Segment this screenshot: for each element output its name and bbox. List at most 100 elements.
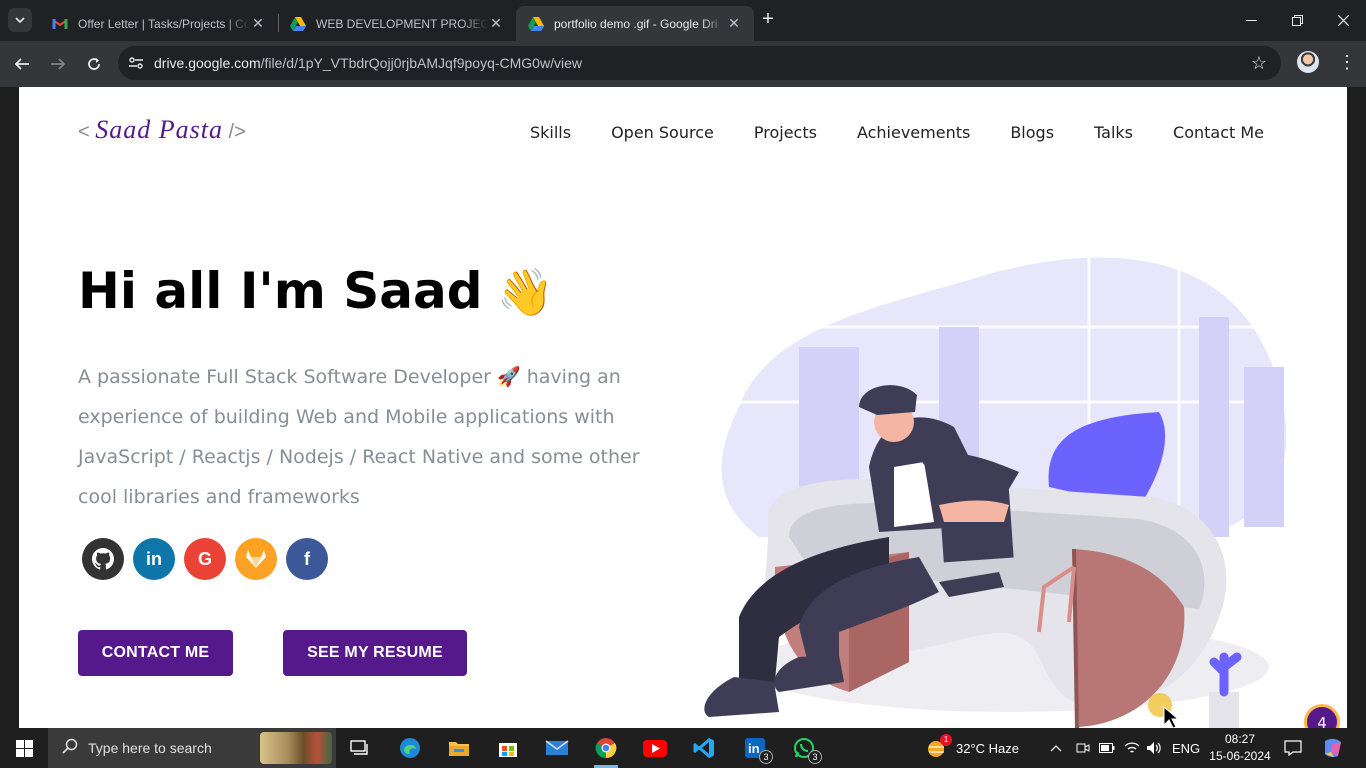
- search-placeholder: Type here to search: [88, 740, 212, 756]
- copilot-icon[interactable]: [1322, 728, 1344, 768]
- bookmark-star-icon[interactable]: ☆: [1251, 53, 1267, 74]
- windows-taskbar: Type here to search in 3 3 1 32°C Haze E…: [0, 728, 1366, 768]
- developer-at-desk-illustration: [704, 237, 1289, 728]
- gmail-icon: [52, 16, 68, 32]
- back-button[interactable]: [8, 50, 36, 78]
- tab-close-icon[interactable]: ✕: [250, 15, 266, 32]
- linkedin-icon[interactable]: in: [133, 538, 175, 580]
- url-path: /file/d/1pY_VTbdrQojj0rjbAMJqf9poyq-CMG0…: [260, 55, 582, 71]
- close-icon: [1337, 15, 1349, 26]
- logo-open-bracket: <: [78, 121, 96, 143]
- forward-button[interactable]: [44, 50, 72, 78]
- svg-text:in: in: [748, 741, 760, 756]
- bio-text: A passionate Full Stack Software Develop…: [78, 357, 678, 517]
- logo-close-bracket: />: [222, 121, 246, 143]
- notification-badge[interactable]: 4: [1304, 704, 1340, 728]
- weather-widget[interactable]: 1 32°C Haze: [926, 728, 1019, 768]
- restore-icon: [1291, 15, 1303, 26]
- profile-avatar[interactable]: [1297, 51, 1319, 73]
- minimize-button[interactable]: [1228, 0, 1274, 41]
- clock-date: 15-06-2024: [1209, 749, 1271, 763]
- bio-line: A passionate Full Stack Software Develop…: [78, 366, 498, 388]
- new-tab-button[interactable]: +: [758, 8, 778, 32]
- tab-portfolio-demo[interactable]: portfolio demo .gif - Google Dri ✕: [516, 6, 754, 41]
- address-bar[interactable]: drive.google.com/file/d/1pY_VTbdrQojj0rj…: [118, 46, 1281, 80]
- site-logo[interactable]: < Saad Pasta />: [78, 115, 246, 145]
- tab-title: portfolio demo .gif - Google Dri: [554, 16, 718, 31]
- tab-search-button[interactable]: [8, 8, 32, 32]
- menu-item-blogs[interactable]: Blogs: [1010, 123, 1054, 142]
- site-menu: Skills Open Source Projects Achievements…: [530, 123, 1264, 142]
- reload-button[interactable]: [80, 50, 108, 78]
- greeting-text: Hi all I'm Saad: [78, 262, 483, 320]
- tab-title: WEB DEVELOPMENT PROJECTS: [316, 16, 488, 31]
- contact-me-button[interactable]: CONTACT ME: [78, 630, 233, 676]
- windows-logo-icon: [15, 739, 33, 757]
- meet-now-icon[interactable]: [1076, 728, 1090, 768]
- task-view-icon[interactable]: [340, 732, 380, 764]
- tab-gmail[interactable]: Offer Letter | Tasks/Projects | Co ✕: [40, 6, 278, 41]
- input-language[interactable]: ENG: [1172, 728, 1200, 768]
- youtube-icon[interactable]: [635, 732, 675, 764]
- file-explorer-icon[interactable]: [439, 732, 479, 764]
- search-icon: [62, 738, 78, 759]
- whatsapp-icon[interactable]: 3: [784, 732, 824, 764]
- close-window-button[interactable]: [1320, 0, 1366, 41]
- start-button[interactable]: [0, 728, 48, 768]
- rocket-icon: 🚀: [497, 366, 521, 388]
- battery-icon[interactable]: [1099, 728, 1115, 768]
- tab-strip: Offer Letter | Tasks/Projects | Co ✕ WEB…: [0, 0, 1366, 41]
- waving-hand-icon: 👋: [496, 265, 554, 319]
- greeting-heading: Hi all I'm Saad 👋: [78, 262, 554, 320]
- google-drive-icon: [528, 16, 544, 32]
- more-menu-icon[interactable]: ⋮: [1338, 53, 1356, 71]
- menu-item-talks[interactable]: Talks: [1094, 123, 1133, 142]
- url-host: drive.google.com: [154, 55, 261, 71]
- tray-chevron-icon[interactable]: [1050, 728, 1062, 768]
- menu-item-projects[interactable]: Projects: [754, 123, 817, 142]
- menu-item-open-source[interactable]: Open Source: [611, 123, 714, 142]
- gitlab-icon[interactable]: [235, 538, 277, 580]
- chrome-icon[interactable]: [586, 732, 626, 768]
- google-drive-icon: [290, 16, 306, 32]
- taskbar-search[interactable]: Type here to search: [48, 728, 336, 768]
- google-icon[interactable]: G: [184, 538, 226, 580]
- url-text: drive.google.com/file/d/1pY_VTbdrQojj0rj…: [154, 55, 582, 71]
- tab-web-development[interactable]: WEB DEVELOPMENT PROJECTS ✕: [278, 6, 516, 41]
- edge-icon[interactable]: [390, 732, 430, 764]
- browser-toolbar: drive.google.com/file/d/1pY_VTbdrQojj0rj…: [0, 41, 1366, 87]
- weather-alert-count: 1: [940, 734, 952, 746]
- whatsapp-count-badge: 3: [808, 750, 822, 764]
- notifications-icon[interactable]: [1284, 728, 1302, 768]
- restore-button[interactable]: [1274, 0, 1320, 41]
- weather-text: 32°C Haze: [956, 740, 1020, 756]
- site-info-icon[interactable]: [118, 56, 154, 70]
- tab-close-icon[interactable]: ✕: [488, 15, 504, 32]
- volume-icon[interactable]: [1146, 728, 1162, 768]
- minimize-icon: [1245, 19, 1257, 21]
- tab-title: Offer Letter | Tasks/Projects | Co: [78, 16, 250, 31]
- github-icon[interactable]: [82, 538, 124, 580]
- portfolio-preview: < Saad Pasta /> Skills Open Source Proje…: [19, 87, 1347, 728]
- menu-item-achievements[interactable]: Achievements: [857, 123, 970, 142]
- linkedin-count-badge: 3: [759, 750, 773, 764]
- search-highlight-icon: [260, 732, 332, 764]
- weather-alert-icon: 1: [926, 734, 952, 759]
- mail-icon[interactable]: [537, 732, 577, 764]
- reload-icon: [88, 58, 100, 70]
- system-clock[interactable]: 08:27 15-06-2024: [1204, 731, 1276, 765]
- wifi-icon[interactable]: [1124, 728, 1140, 768]
- clock-time: 08:27: [1224, 732, 1256, 746]
- tab-close-icon[interactable]: ✕: [726, 15, 742, 32]
- microsoft-store-icon[interactable]: [488, 732, 528, 764]
- social-links: in G f: [82, 538, 328, 580]
- arrow-right-icon: [51, 58, 66, 70]
- menu-item-contact-me[interactable]: Contact Me: [1173, 123, 1264, 142]
- menu-item-skills[interactable]: Skills: [530, 123, 571, 142]
- chevron-down-icon: [15, 17, 25, 24]
- arrow-left-icon: [14, 58, 29, 70]
- facebook-icon[interactable]: f: [286, 538, 328, 580]
- vscode-icon[interactable]: [684, 732, 724, 764]
- see-my-resume-button[interactable]: SEE MY RESUME: [283, 630, 467, 676]
- linkedin-app-icon[interactable]: in 3: [735, 732, 775, 764]
